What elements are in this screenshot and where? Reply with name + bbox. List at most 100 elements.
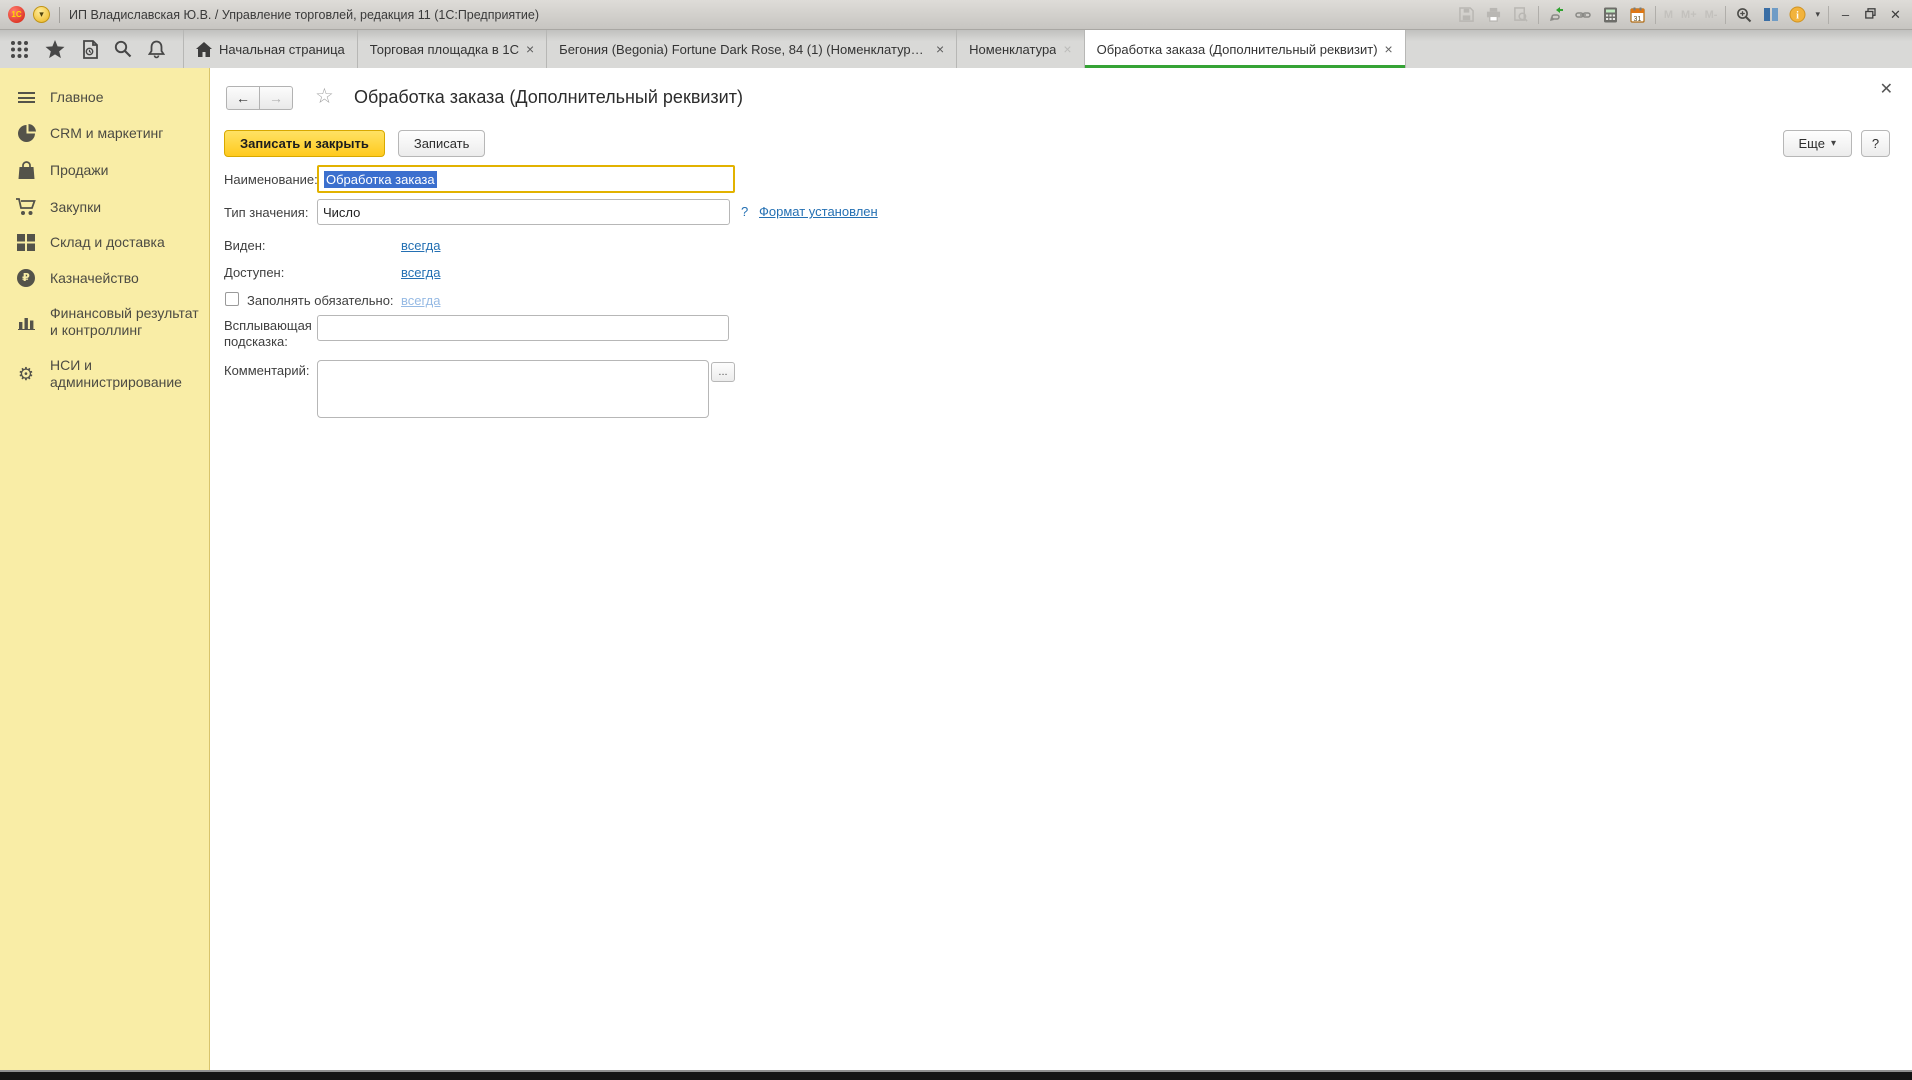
sidebar-item-treasury[interactable]: ₽ Казначейство	[0, 260, 209, 296]
sidebar-item-label: Склад и доставка	[50, 234, 165, 250]
available-field-label: Доступен:	[224, 265, 285, 280]
tab-label: Начальная страница	[219, 41, 345, 57]
shopping-cart-icon	[15, 198, 37, 216]
name-input[interactable]: Обработка заказа	[317, 165, 735, 193]
tab-order-processing-attribute[interactable]: Обработка заказа (Дополнительный реквизи…	[1083, 30, 1406, 68]
value-type-help-icon[interactable]: ?	[741, 204, 748, 219]
sidebar-item-warehouse-delivery[interactable]: Склад и доставка	[0, 225, 209, 260]
sidebar-item-financial-result[interactable]: Финансовый результат и контроллинг	[0, 296, 209, 348]
main-menu-button[interactable]: ▾	[33, 6, 50, 23]
format-set-link[interactable]: Формат установлен	[759, 204, 878, 219]
sidebar-item-label: Казначейство	[50, 269, 139, 286]
save-icon	[1457, 5, 1476, 24]
tab-strip: Начальная страница Торговая площадка в 1…	[0, 30, 1912, 68]
titlebar-group-separator	[1725, 5, 1727, 24]
memory-m-icon: M	[1663, 8, 1674, 21]
menu-icon	[15, 92, 37, 103]
favorites-icon[interactable]	[45, 39, 65, 59]
search-icon[interactable]	[114, 40, 132, 58]
ruble-coin-icon: ₽	[15, 269, 37, 287]
visible-always-link[interactable]: всегда	[401, 238, 440, 253]
tab-close-icon[interactable]: ×	[1063, 42, 1071, 56]
zoom-icon[interactable]	[1734, 5, 1753, 24]
tab-close-icon[interactable]: ×	[1385, 42, 1393, 56]
sections-sidebar: Главное CRM и маркетинг Продажи Закупки …	[0, 68, 210, 1070]
window-titlebar: 1С ▾ ИП Владиславская Ю.В. / Управление …	[0, 0, 1912, 30]
1c-logo-icon: 1С	[8, 6, 25, 23]
info-icon[interactable]: i	[1788, 5, 1807, 24]
chevron-down-icon: ▾	[1830, 138, 1836, 149]
titlebar-group-separator	[1828, 5, 1829, 24]
sidebar-item-sales[interactable]: Продажи	[0, 152, 209, 189]
home-icon	[196, 41, 212, 57]
tab-label: Торговая площадка в 1С	[369, 41, 519, 57]
tab-label: Бегония (Begonia) Fortune Dark Rose, 84 …	[559, 41, 929, 57]
sidebar-item-label: Финансовый результат и контроллинг	[50, 305, 199, 338]
shopping-bag-icon	[15, 161, 37, 180]
window-title: ИП Владиславская Ю.В. / Управление торго…	[69, 7, 540, 22]
save-and-close-button[interactable]: Записать и закрыть	[224, 130, 385, 157]
restore-button[interactable]	[1862, 7, 1879, 22]
comment-more-button[interactable]: ...	[711, 362, 735, 382]
save-button[interactable]: Записать	[397, 130, 486, 157]
form-nav-buttons: ← →	[226, 86, 293, 110]
tab-close-icon[interactable]: ×	[936, 42, 944, 56]
titlebar-group-separator	[1654, 5, 1656, 24]
memory-m-minus-icon: M-	[1704, 8, 1718, 21]
tab-home[interactable]: Начальная страница	[183, 30, 357, 68]
svg-text:i: i	[1797, 11, 1800, 22]
nav-back-button[interactable]: ←	[226, 86, 260, 110]
print-icon	[1484, 5, 1503, 24]
calendar-icon[interactable]: 31	[1628, 5, 1647, 24]
memory-m-plus-icon: M+	[1681, 8, 1697, 21]
sidebar-item-label: CRM и маркетинг	[50, 125, 164, 141]
tab-label: Номенклатура	[969, 41, 1057, 57]
value-type-input[interactable]	[317, 199, 730, 225]
form-order-processing-attribute: ✕ ← → ☆ Обработка заказа (Дополнительный…	[210, 68, 1912, 1070]
bar-chart-icon	[15, 314, 37, 330]
more-button[interactable]: Еще ▾	[1782, 130, 1852, 157]
more-button-label: Еще	[1798, 136, 1825, 151]
available-always-link[interactable]: всегда	[401, 265, 440, 280]
comment-field-label: Комментарий:	[224, 363, 310, 378]
sidebar-item-main[interactable]: Главное	[0, 80, 209, 115]
close-window-button[interactable]: ✕	[1887, 7, 1904, 23]
print-preview-icon	[1511, 5, 1530, 24]
split-columns-icon[interactable]	[1761, 5, 1780, 24]
tab-close-icon[interactable]: ×	[526, 42, 534, 56]
screen-bottom-edge	[0, 1070, 1912, 1080]
comment-textarea[interactable]	[317, 360, 709, 418]
blocks-icon	[15, 234, 37, 251]
tab-trade-platform[interactable]: Торговая площадка в 1С ×	[356, 30, 546, 68]
info-dropdown-icon[interactable]: ▾	[1815, 9, 1820, 20]
calculator-icon[interactable]	[1601, 5, 1620, 24]
form-command-bar: Записать и закрыть Записать	[224, 130, 486, 157]
favorite-star-icon[interactable]: ☆	[315, 84, 334, 109]
tab-begonia-item[interactable]: Бегония (Begonia) Fortune Dark Rose, 84 …	[546, 30, 956, 68]
sidebar-item-label: НСИ и администрирование	[50, 357, 182, 390]
notifications-bell-icon[interactable]	[148, 40, 165, 59]
quick-toolbar	[0, 30, 183, 68]
taskbar-sliver	[0, 1072, 1912, 1080]
sidebar-item-purchasing[interactable]: Закупки	[0, 189, 209, 225]
required-field-label: Заполнять обязательно:	[247, 293, 394, 308]
tab-label: Обработка заказа (Дополнительный реквизи…	[1096, 41, 1378, 57]
required-always-link: всегда	[401, 293, 441, 308]
sidebar-item-label: Продажи	[50, 162, 109, 178]
tooltip-input[interactable]	[317, 315, 729, 341]
history-icon[interactable]	[81, 39, 98, 59]
sidebar-item-nsi-administration[interactable]: ⚙ НСИ и администрирование	[0, 348, 209, 400]
go-link-icon[interactable]	[1574, 5, 1593, 24]
visible-field-label: Виден:	[224, 238, 266, 253]
all-functions-menu-icon[interactable]	[10, 40, 29, 59]
required-checkbox[interactable]	[225, 292, 239, 306]
pie-chart-icon	[15, 124, 37, 143]
minimize-button[interactable]: –	[1837, 7, 1854, 22]
get-link-icon[interactable]	[1547, 5, 1566, 24]
sidebar-item-crm-marketing[interactable]: CRM и маркетинг	[0, 115, 209, 152]
nav-forward-button[interactable]: →	[259, 86, 293, 110]
tab-nomenclature[interactable]: Номенклатура ×	[956, 30, 1083, 68]
form-close-icon[interactable]: ✕	[1880, 79, 1893, 99]
calendar-day-label: 31	[1633, 16, 1642, 23]
help-button[interactable]: ?	[1861, 130, 1890, 157]
